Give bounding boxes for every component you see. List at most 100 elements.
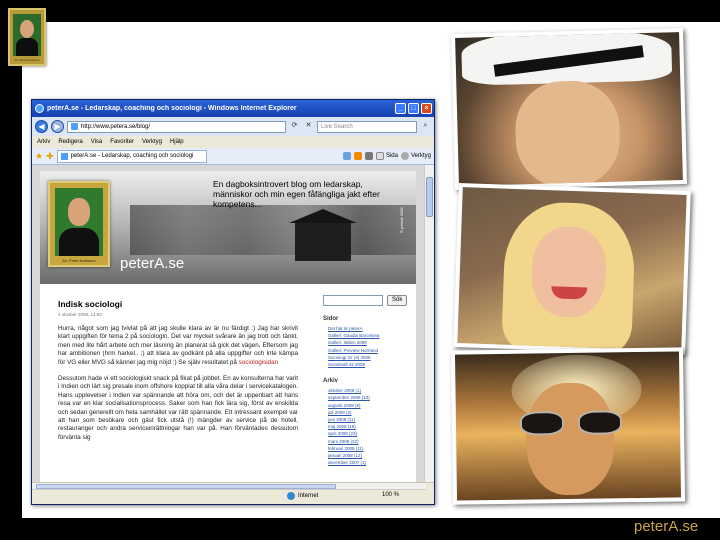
archive-link[interactable]: december 2007 (1) [323, 459, 415, 466]
menu-item-visa[interactable]: Visa [91, 139, 103, 145]
sidebar-search-button[interactable]: Sök [387, 295, 408, 306]
photo-smiling-girl-image [457, 187, 687, 351]
avatar-photo [13, 14, 41, 56]
portrait-caption: Av: Peter Axelsson [62, 258, 96, 263]
portrait-photo [55, 188, 103, 256]
blog-header: En dagboksintrovert blog om ledarskap, m… [40, 171, 416, 284]
sidebar-page-link[interactable]: Sundsvall 42 2008 [323, 361, 415, 368]
zone-label: Internet [298, 493, 319, 499]
menu-bar: Arkiv Redigera Visa Favoriter Verktyg Hj… [32, 136, 434, 148]
photo-child-hat-image [455, 32, 683, 186]
blog-post: Indisk sociologi 4 oktober 2008, 14:50 H… [58, 299, 298, 442]
home-button[interactable] [342, 152, 351, 160]
tab-page-icon [60, 152, 68, 160]
page-menu-button[interactable]: Sida [375, 152, 398, 160]
add-favorite-icon[interactable]: ✚ [46, 151, 54, 162]
archive-link[interactable]: augusti 2008 (8) [323, 402, 415, 409]
close-icon[interactable]: × [421, 103, 432, 114]
post-title[interactable]: Indisk sociologi [58, 299, 298, 309]
gear-icon [400, 152, 409, 160]
security-zone: Internet [287, 492, 318, 500]
blog-portrait: Av: Peter Axelsson [48, 181, 110, 267]
printer-icon [364, 152, 373, 160]
forward-arrow-icon[interactable]: ▶ [51, 120, 64, 133]
avatar-caption: Av: Peter Axelsson [14, 58, 40, 62]
slide: Av: Peter Axelsson peterA.se - Ledarskap… [0, 0, 720, 540]
face-shape [514, 79, 622, 186]
page-menu-label: Sida [385, 153, 398, 159]
archive-link[interactable]: oktober 2008 (1) [323, 387, 415, 394]
archive-link[interactable]: maj 2008 (16) [323, 423, 415, 430]
post-date: 4 oktober 2008, 14:50 [58, 312, 102, 317]
archive-link[interactable]: januari 2008 (12) [323, 452, 415, 459]
minimize-icon[interactable]: _ [395, 103, 406, 114]
archive-list: oktober 2008 (1) september 2008 (13) augus… [323, 387, 415, 466]
tab-label: peterA.se - Ledarskap, coaching och soci… [70, 152, 194, 159]
face-shape [530, 225, 608, 319]
address-bar[interactable]: http://www.petera.se/blog/ [67, 120, 286, 133]
menu-item-favoriter[interactable]: Favoriter [110, 139, 134, 145]
horizontal-scrollbar[interactable] [32, 483, 426, 490]
browser-title: peterA.se - Ledarskap, coaching och soci… [47, 105, 297, 112]
blog-sidebar: Sök Sidor Det här är peterA Galleri: Gaud… [323, 295, 415, 466]
sunglasses-shape [519, 410, 624, 437]
archive-link[interactable]: september 2008 (13) [323, 394, 415, 401]
page-menu-icon [375, 152, 384, 160]
blog-page: En dagboksintrovert blog om ledarskap, m… [40, 171, 416, 483]
search-input[interactable]: Live Search [317, 120, 417, 133]
archive-link[interactable]: juli 2008 (2) [323, 409, 415, 416]
ie-logo-icon [35, 104, 44, 113]
pages-heading: Sidor [323, 316, 339, 322]
back-arrow-icon[interactable]: ◀ [35, 120, 48, 133]
photo-child-hat [450, 27, 688, 191]
vertical-scrollbar[interactable] [424, 165, 434, 483]
status-bar: Internet 100 % [32, 482, 434, 504]
sidebar-page-link[interactable]: Det här är peterA [323, 325, 415, 332]
header-copyright: © peterA 2008 [399, 207, 404, 233]
face-shape [525, 382, 615, 496]
refresh-icon[interactable]: ⟳ [289, 121, 300, 132]
sidebar-search-input[interactable] [323, 295, 383, 306]
header-photo-trees [130, 205, 416, 255]
tools-menu-button[interactable]: Verktyg [400, 152, 431, 160]
photo-smiling-girl [453, 183, 691, 355]
menu-item-arkiv[interactable]: Arkiv [37, 139, 50, 145]
menu-item-redigera[interactable]: Redigera [58, 139, 82, 145]
pages-list: Det här är peterA Galleri: Gaudia Barcelo… [323, 325, 415, 368]
search-icon[interactable]: ⌕ [420, 121, 431, 132]
archive-link[interactable]: juni 2008 (11) [323, 416, 415, 423]
feeds-button[interactable] [353, 152, 362, 160]
favorites-star-icon[interactable]: ★ [35, 151, 43, 162]
sidebar-page-link[interactable]: Galleri: Italien 2008 [323, 339, 415, 346]
maximize-icon[interactable]: □ [408, 103, 419, 114]
horizontal-scrollbar-thumb[interactable] [36, 484, 336, 489]
browser-tab[interactable]: peterA.se - Ledarskap, coaching och soci… [56, 149, 207, 163]
tab-row: ★ ✚ peterA.se - Ledarskap, coaching och … [32, 148, 434, 165]
globe-icon [287, 492, 295, 500]
tools-menu-label: Verktyg [410, 153, 431, 159]
archive-link[interactable]: mars 2008 (22) [323, 438, 415, 445]
sidebar-page-link[interactable]: Sociologi Gr (4) 2008 [323, 354, 415, 361]
archive-link[interactable]: februari 2008 (11) [323, 445, 415, 452]
corner-avatar: Av: Peter Axelsson [8, 8, 46, 66]
page-viewport: En dagboksintrovert blog om ledarskap, m… [32, 165, 426, 483]
archive-link[interactable]: april 2008 (23) [323, 430, 415, 437]
photo-woman-sunglasses-image [454, 351, 682, 501]
menu-item-verktyg[interactable]: Verktyg [142, 139, 162, 145]
sidebar-search: Sök [323, 295, 415, 306]
sociologisidan-link[interactable]: sociologisidan [239, 359, 279, 366]
post-paragraph-1: Hurra, något som jag tvivlat på att jag … [58, 325, 298, 367]
sidebar-page-link[interactable]: Galleri: Gaudia Barcelona [323, 332, 415, 339]
blog-site-name[interactable]: peterA.se [120, 255, 184, 272]
scrollbar-thumb[interactable] [426, 177, 433, 217]
print-button[interactable] [364, 152, 373, 160]
stop-icon[interactable]: ✕ [303, 121, 314, 132]
post-paragraph-2: Dessutom hade vi ett sociologiskt snack … [58, 375, 298, 441]
address-row: ◀ ▶ http://www.petera.se/blog/ ⟳ ✕ Live … [32, 117, 434, 136]
zoom-level[interactable]: 100 % [382, 492, 399, 498]
menu-item-hjalp[interactable]: Hjälp [170, 139, 184, 145]
home-icon [342, 152, 351, 160]
sidebar-page-link[interactable]: Galleri: Preview Norrland [323, 347, 415, 354]
browser-window: peterA.se - Ledarskap, coaching och soci… [31, 99, 435, 505]
brand-logo: peterA.se [634, 518, 699, 535]
